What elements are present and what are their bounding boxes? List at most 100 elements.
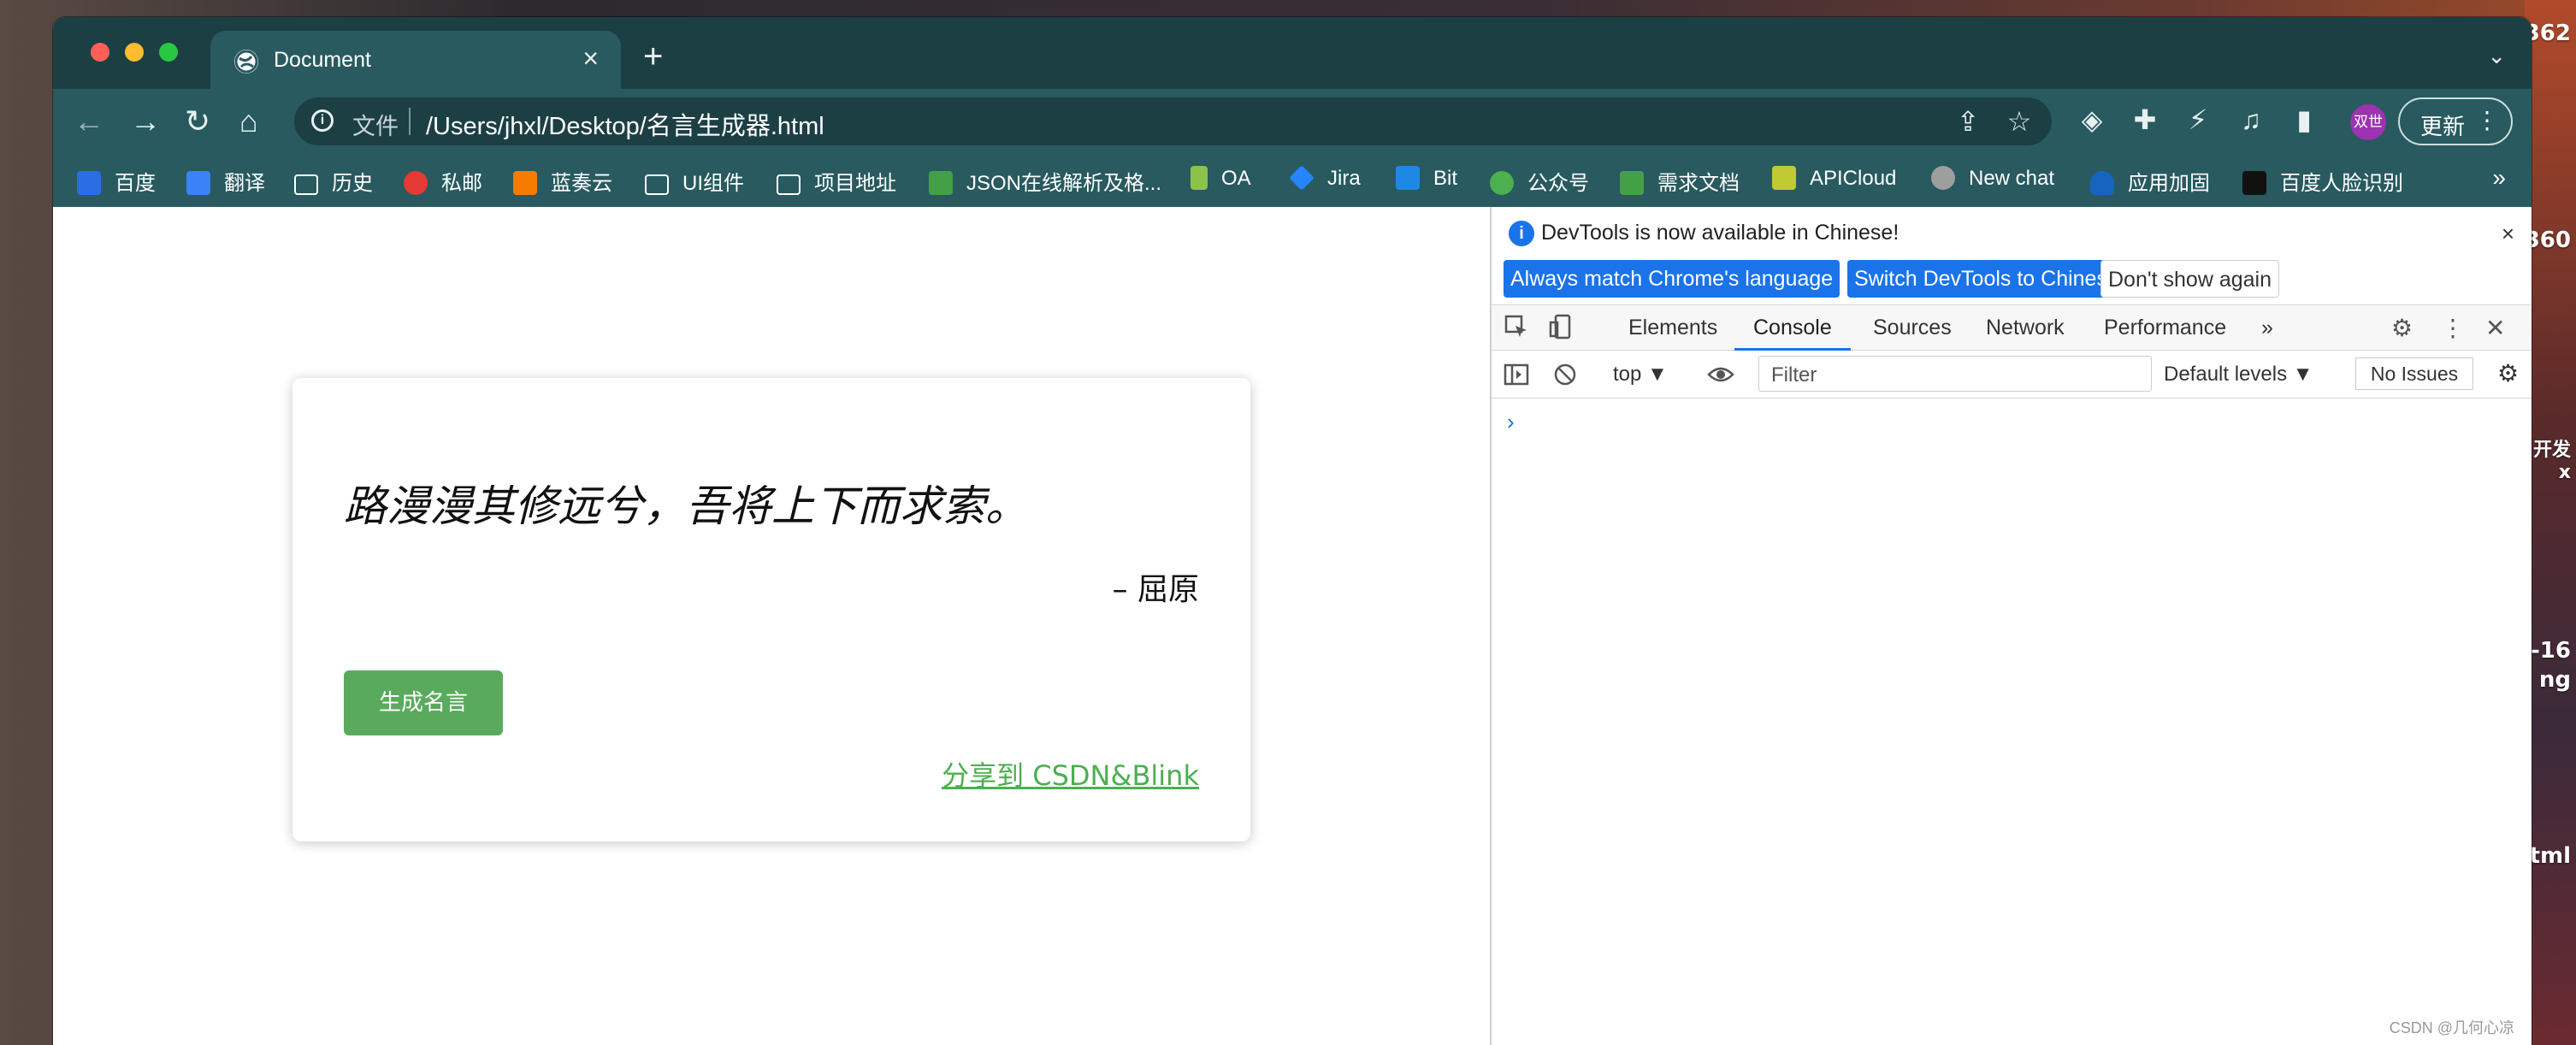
bookmark-label: 应用加固 xyxy=(2128,172,2210,195)
bookmark-item[interactable]: 私邮 xyxy=(404,166,482,195)
generate-quote-button[interactable]: 生成名言 xyxy=(344,670,503,735)
tab-close-icon[interactable]: × xyxy=(582,43,599,74)
bookmark-item[interactable]: 百度人脸识别 xyxy=(2242,166,2403,195)
bookmark-star-icon[interactable]: ☆ xyxy=(2004,104,2035,139)
tab-console[interactable]: Console xyxy=(1753,316,1832,340)
bookmark-item[interactable]: OA xyxy=(1191,166,1251,195)
extensions-puzzle-icon[interactable]: ✚ xyxy=(2130,103,2160,137)
tab-strip: Document × + ⌄ xyxy=(53,17,2532,89)
back-button[interactable]: ← xyxy=(74,104,104,139)
close-devtools-icon[interactable]: ✕ xyxy=(2485,314,2505,342)
extension-icon[interactable]: ◈ xyxy=(2077,103,2107,137)
bookmark-item[interactable]: 应用加固 xyxy=(2090,166,2210,195)
side-panel-icon[interactable]: ▮ xyxy=(2289,103,2319,137)
home-button[interactable]: ⌂ xyxy=(239,104,258,139)
update-label: 更新 xyxy=(2420,114,2466,139)
device-toolbar-icon[interactable] xyxy=(1548,314,1574,345)
inspect-element-icon[interactable] xyxy=(1504,314,1529,345)
update-button[interactable]: 更新 ⋮ xyxy=(2398,97,2513,145)
new-tab-button[interactable]: + xyxy=(643,39,663,74)
address-bar[interactable]: i 文件 /Users/jhxl/Desktop/名言生成器.html ⇪ ☆ xyxy=(294,97,2052,145)
bookmark-item[interactable]: New chat xyxy=(1931,166,2054,195)
bookmark-item[interactable]: Jira xyxy=(1289,165,1361,195)
context-selector[interactable]: top ▼ xyxy=(1613,363,1668,387)
lanzou-icon xyxy=(513,171,537,195)
settings-gear-icon[interactable]: ⚙ xyxy=(2391,314,2413,342)
bookmark-label: UI组件 xyxy=(682,172,744,195)
tab-title: Document xyxy=(274,48,371,72)
media-control-icon[interactable]: ♫ xyxy=(2236,103,2266,137)
desktop-label: tml xyxy=(2529,843,2571,869)
quote-text: 路漫漫其修远兮，吾将上下而求索。 xyxy=(344,481,1028,531)
bookmark-item[interactable]: 蓝奏云 xyxy=(513,166,612,195)
sidebar-toggle-icon[interactable] xyxy=(1504,363,1529,393)
watermark: CSDN @几何心凉 xyxy=(2389,1019,2514,1036)
json-icon xyxy=(929,171,953,195)
devtools-menu-icon[interactable]: ⋮ xyxy=(2441,314,2465,342)
log-levels-dropdown[interactable]: Default levels ▼ xyxy=(2164,363,2313,387)
bookmark-item[interactable]: Bit xyxy=(1396,166,1457,195)
share-link[interactable]: 分享到 CSDN&Blink xyxy=(942,754,1199,794)
bookmark-item[interactable]: APICloud xyxy=(1772,166,1896,195)
bookmark-label: 百度人脸识别 xyxy=(2280,172,2403,195)
bookmark-folder[interactable]: 项目地址 xyxy=(777,166,896,195)
clear-console-icon[interactable] xyxy=(1553,363,1577,393)
bookmark-item[interactable]: 百度 xyxy=(77,166,156,195)
tab-performance[interactable]: Performance xyxy=(2104,316,2226,340)
tab-elements[interactable]: Elements xyxy=(1628,316,1717,340)
bookmark-item[interactable]: JSON在线解析及格... xyxy=(929,166,1161,195)
bookmark-folder[interactable]: UI组件 xyxy=(645,166,744,195)
bit-icon xyxy=(1396,166,1420,190)
tab-network[interactable]: Network xyxy=(1986,316,2065,340)
console-toolbar: top ▼ Filter Default levels ▼ No Issues … xyxy=(1492,351,2532,399)
bookmark-label: Bit xyxy=(1433,167,1458,190)
console-filter-input[interactable]: Filter xyxy=(1758,356,2152,392)
live-expression-eye-icon[interactable] xyxy=(1707,363,1734,393)
bookmark-folder[interactable]: 历史 xyxy=(294,166,373,195)
bookmark-label: 翻译 xyxy=(224,172,265,195)
browser-tab[interactable]: Document × xyxy=(210,31,621,89)
switch-to-chinese-button[interactable]: Switch DevTools to Chinese xyxy=(1847,260,2126,298)
reload-button[interactable]: ↻ xyxy=(185,104,210,139)
extension-bolt-icon[interactable]: ⚡ xyxy=(2183,103,2213,137)
bookmark-label: 私邮 xyxy=(441,172,482,195)
menu-icon[interactable]: ⋮ xyxy=(2475,106,2499,134)
forward-button[interactable]: → xyxy=(130,104,161,139)
address-divider xyxy=(409,108,411,135)
ai-icon xyxy=(2242,171,2266,195)
url-text[interactable]: /Users/jhxl/Desktop/名言生成器.html xyxy=(426,106,824,142)
profile-avatar[interactable]: 双世 xyxy=(2350,104,2386,140)
minimize-window-button[interactable] xyxy=(125,43,144,62)
bookmarks-overflow-icon[interactable]: » xyxy=(2492,164,2506,192)
bookmark-item[interactable]: 公众号 xyxy=(1490,166,1589,195)
mail-icon xyxy=(404,171,428,195)
bookmark-label: 项目地址 xyxy=(814,172,896,195)
bookmark-item[interactable]: 需求文档 xyxy=(1620,166,1740,195)
shield-icon xyxy=(2090,171,2114,195)
more-tabs-icon[interactable]: » xyxy=(2261,316,2273,340)
banner-close-icon[interactable]: × xyxy=(2502,221,2514,247)
site-info-icon[interactable]: i xyxy=(311,109,334,132)
browser-window: Document × + ⌄ ← → ↻ ⌂ i 文件 /Users/jhxl/… xyxy=(53,17,2532,1045)
page-viewport: 路漫漫其修远兮，吾将上下而求索。 – 屈原 生成名言 分享到 CSDN&Blin… xyxy=(53,207,1490,1045)
bookmark-item[interactable]: 翻译 xyxy=(186,166,265,195)
close-window-button[interactable] xyxy=(91,43,109,62)
share-icon[interactable]: ⇪ xyxy=(1953,104,1983,139)
bookmark-label: JSON在线解析及格... xyxy=(966,172,1162,195)
folder-icon xyxy=(294,174,318,195)
quote-author: – 屈原 xyxy=(1112,572,1199,607)
always-match-language-button[interactable]: Always match Chrome's language xyxy=(1504,260,1840,298)
issues-button[interactable]: No Issues xyxy=(2355,357,2473,390)
console-prompt[interactable]: › xyxy=(1507,409,1515,435)
desktop-label: x xyxy=(2558,462,2571,483)
devtools-language-banner: i DevTools is now available in Chinese! … xyxy=(1492,207,2532,304)
tab-sources[interactable]: Sources xyxy=(1873,316,1952,340)
bookmark-label: Jira xyxy=(1327,167,1361,190)
dont-show-again-button[interactable]: Don't show again xyxy=(2100,260,2280,298)
bookmark-label: 需求文档 xyxy=(1657,172,1740,195)
zoom-window-button[interactable] xyxy=(159,43,178,62)
console-settings-gear-icon[interactable]: ⚙ xyxy=(2497,359,2519,387)
bookmarks-bar: 百度 翻译 历史 私邮 蓝奏云 UI组件 项目地址 JSON在线解析及格... … xyxy=(53,154,2532,207)
tab-search-icon[interactable]: ⌄ xyxy=(2487,43,2506,69)
devtools-panel: i DevTools is now available in Chinese! … xyxy=(1490,207,2532,1045)
